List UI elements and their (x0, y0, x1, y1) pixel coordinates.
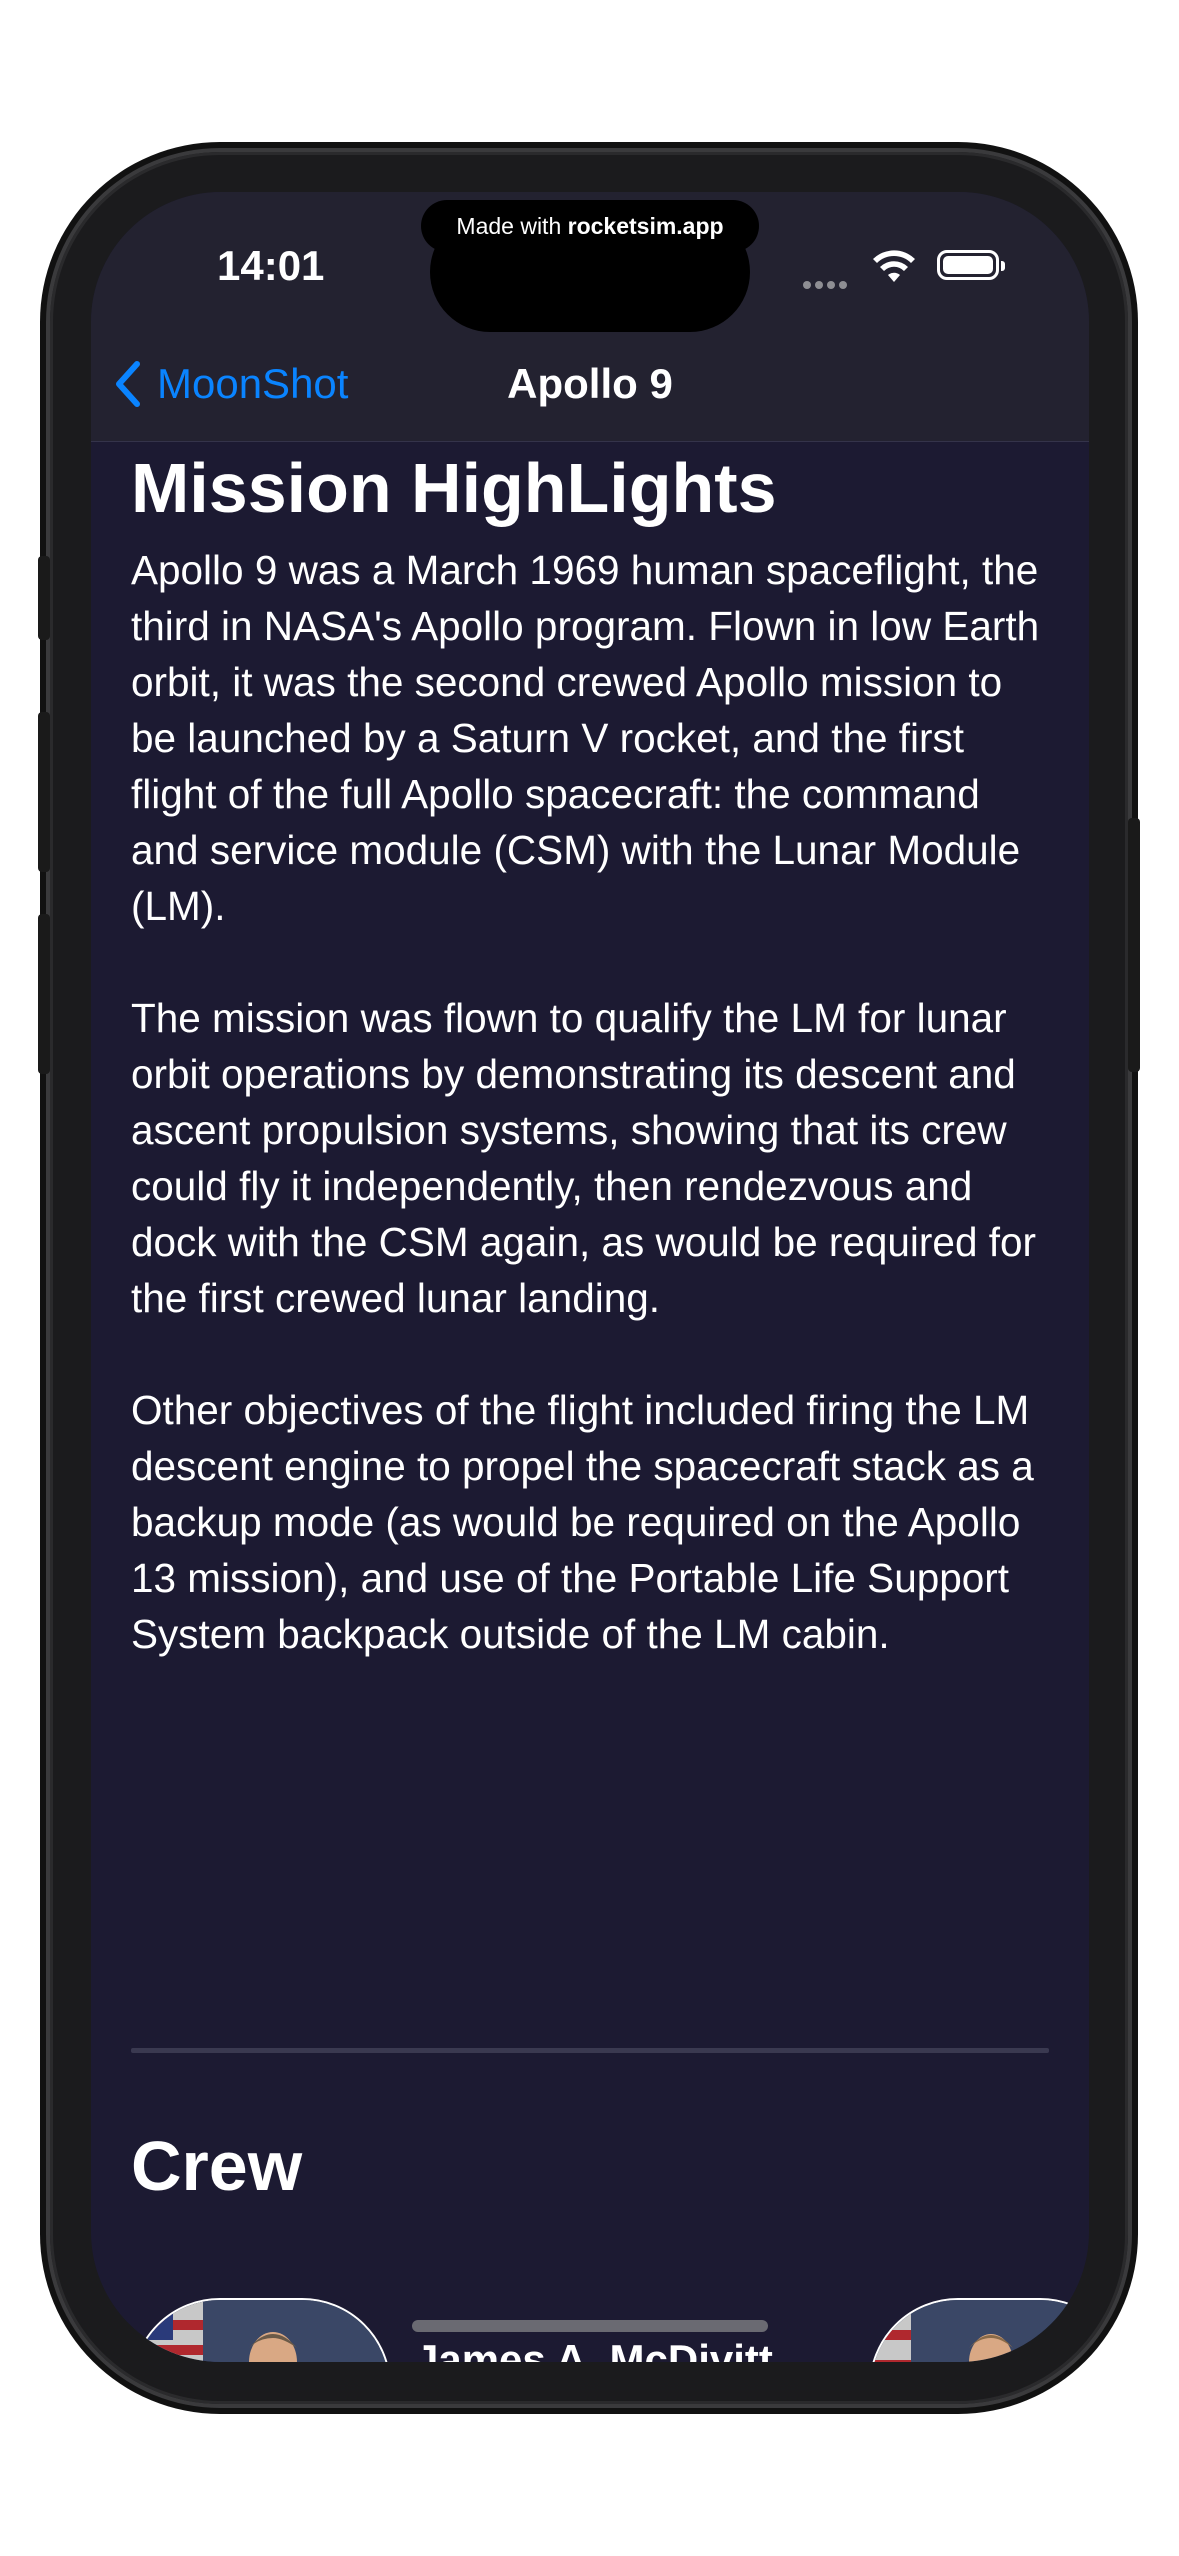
power-button (1128, 818, 1140, 1072)
action-button (38, 556, 50, 640)
astronaut-portrait (871, 2300, 1089, 2362)
crew-name: James A. McDivitt (415, 2335, 773, 2363)
nav-separator (91, 441, 1089, 442)
volume-down-button (38, 914, 50, 1074)
mission-highlights-heading: Mission HighLights (131, 449, 777, 527)
home-indicator[interactable] (412, 2320, 768, 2332)
status-time: 14:01 (217, 242, 325, 289)
crew-heading: Crew (131, 2127, 303, 2205)
navigation-bar: 14:01 Made with rocketsim.app MoonShot A… (91, 192, 1089, 442)
made-with-prefix: Made with (456, 213, 568, 239)
app-screen: 14:01 Made with rocketsim.app MoonShot A… (91, 192, 1089, 2362)
astronaut-portrait (133, 2300, 389, 2362)
made-with-badge: Made with rocketsim.app (421, 200, 759, 252)
nav-title: Apollo 9 (507, 360, 673, 407)
crew-photo (131, 2298, 391, 2362)
crew-info: James A. McDivitt Commander (415, 2336, 773, 2363)
section-divider (131, 2048, 1049, 2053)
made-with-brand: rocketsim.app (567, 213, 724, 239)
volume-up-button (38, 712, 50, 872)
crew-photo (869, 2298, 1089, 2362)
description-paragraph: The mission was flown to qualify the LM … (131, 995, 1036, 1321)
mission-description: Apollo 9 was a March 1969 human spacefli… (131, 542, 1049, 1718)
cellular-signal-icon (803, 276, 851, 294)
description-paragraph: Other objectives of the flight included … (131, 1387, 1034, 1657)
description-paragraph: Apollo 9 was a March 1969 human spacefli… (131, 547, 1040, 929)
battery-icon (937, 250, 1005, 280)
crew-card[interactable] (869, 2298, 1089, 2362)
wifi-icon (873, 250, 915, 282)
